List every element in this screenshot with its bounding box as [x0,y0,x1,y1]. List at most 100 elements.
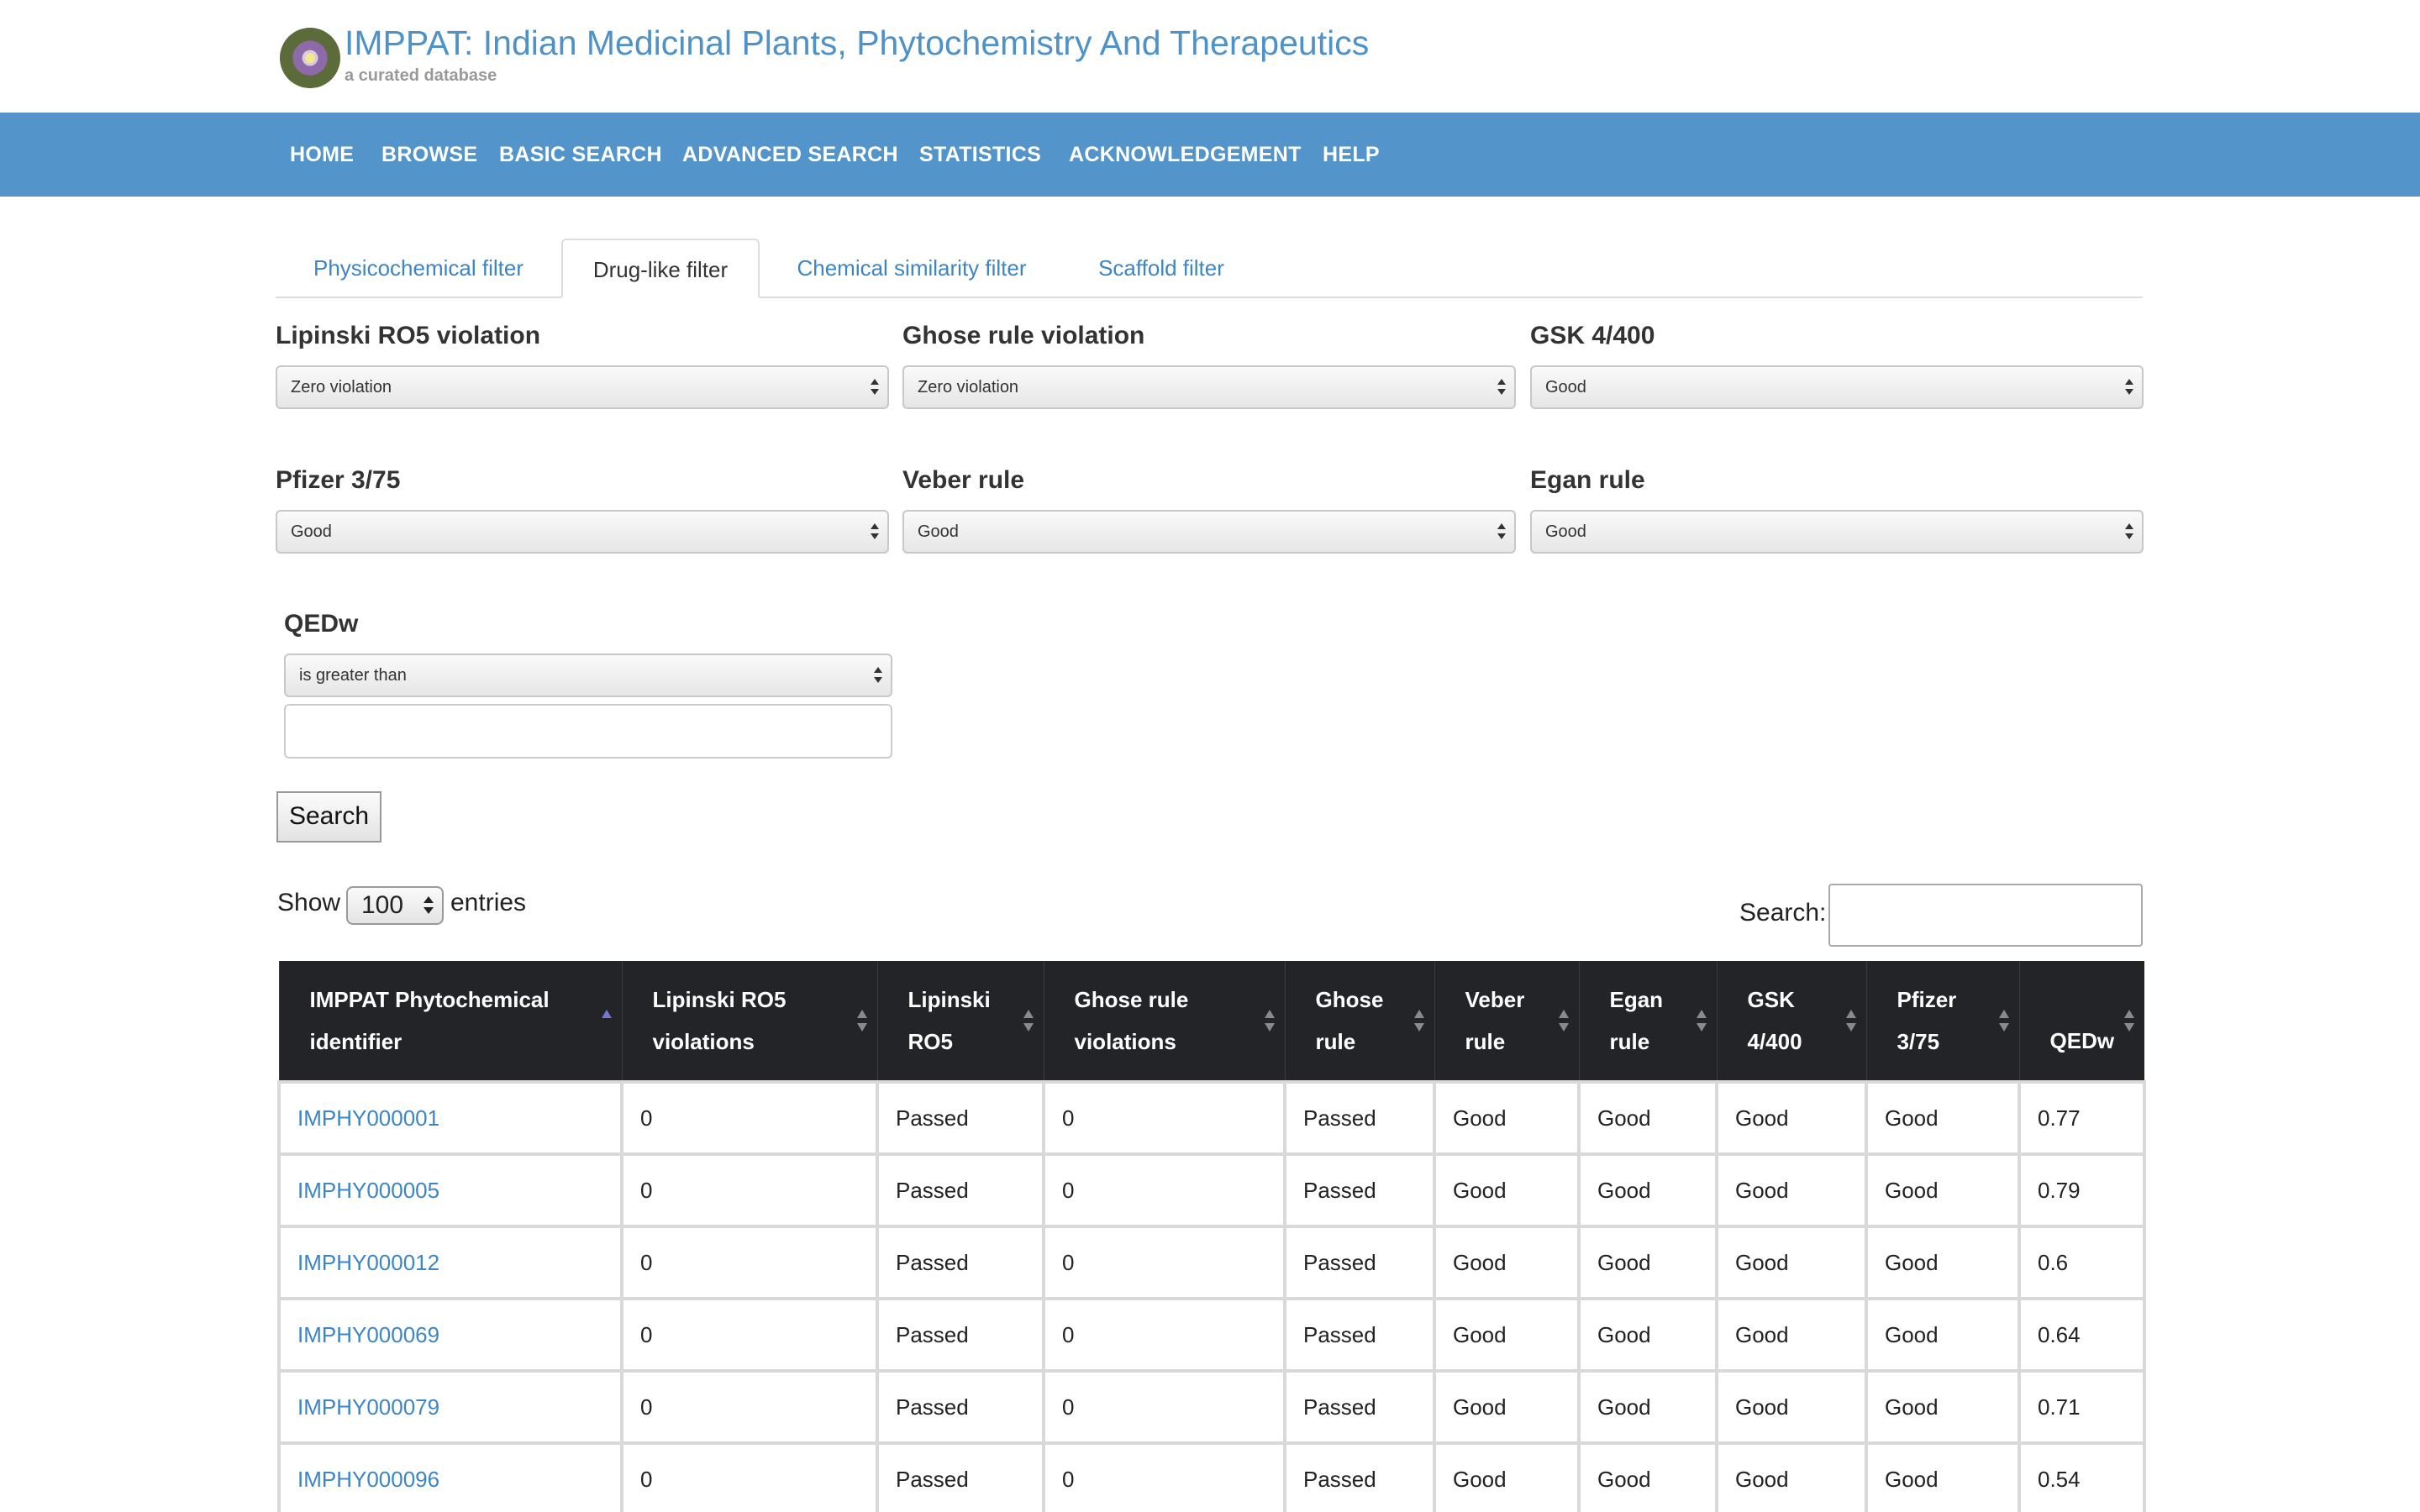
nav-help[interactable]: HELP [1323,143,1380,167]
cell-identifier: IMPHY000005 [277,1152,623,1228]
select-arrows-icon [871,522,879,542]
tab-physicochemical-filter[interactable]: Physicochemical filter [276,239,561,298]
table-search-input[interactable] [1828,884,2143,947]
sort-icon [1023,1010,1034,1033]
col-header-veber-rule[interactable]: Veber rule [1434,961,1579,1082]
qedw-operator-select[interactable]: is greater than [284,654,892,697]
cell-lipinski-ro5: Passed [876,1152,1045,1228]
cell-lipinski-violations: 0 [620,1441,879,1512]
col-header-label: Egan rule [1609,987,1664,1054]
site-title[interactable]: IMPPAT: Indian Medicinal Plants, Phytoch… [345,24,1369,63]
tab-chemical-similarity-filter[interactable]: Chemical similarity filter [768,239,1055,298]
col-header-lipinski-violations[interactable]: Lipinski RO5 violations [621,961,877,1082]
cell-pfizer: Good [1865,1080,2021,1156]
tab-scaffold-filter[interactable]: Scaffold filter [1060,239,1262,298]
lipinski-label: Lipinski RO5 violation [276,322,541,349]
nav-basic-search[interactable]: BASIC SEARCH [499,143,662,167]
cell-gsk: Good [1715,1369,1868,1445]
cell-ghose-violations: 0 [1042,1297,1286,1373]
lipinski-select-value: Zero violation [291,378,392,396]
cell-lipinski-violations: 0 [620,1369,879,1445]
sort-icon [1998,1010,2009,1033]
col-header-lipinski-ro5[interactable]: Lipinski RO5 [876,961,1044,1082]
col-header-label: Ghose rule [1315,987,1384,1054]
main-navbar: HOME BROWSE BASIC SEARCH ADVANCED SEARCH… [0,113,2420,197]
egan-select[interactable]: Good [1530,510,2144,554]
table-row: IMPHY000069 0 Passed 0 Passed Good Good Good Goo… [277,1297,2146,1373]
cell-lipinski-ro5: Passed [876,1080,1045,1156]
table-row: IMPHY000079 0 Passed 0 Passed Good Good Good Goo… [277,1369,2146,1445]
phytochemical-id-link[interactable]: IMPHY000096 [297,1467,439,1492]
cell-identifier: IMPHY000079 [277,1369,623,1445]
cell-pfizer: Good [1865,1441,2021,1512]
cell-egan-rule: Good [1577,1225,1718,1300]
pfizer-label: Pfizer 3/75 [276,466,401,494]
col-header-pfizer[interactable]: Pfizer 3/75 [1865,961,2019,1082]
nav-browse[interactable]: BROWSE [381,143,477,167]
col-header-qedw[interactable]: QEDw [2018,961,2144,1082]
cell-ghose-rule: Passed [1283,1369,1436,1445]
nav-advanced-search[interactable]: ADVANCED SEARCH [682,143,898,167]
qedw-value-input[interactable] [284,704,892,759]
col-header-egan-rule[interactable]: Egan rule [1578,961,1717,1082]
cell-ghose-violations: 0 [1042,1080,1286,1156]
phytochemical-id-link[interactable]: IMPHY000012 [297,1250,439,1275]
phytochemical-id-link[interactable]: IMPHY000001 [297,1105,439,1131]
gsk-label: GSK 4/400 [1530,322,1655,349]
show-label: Show [277,889,341,916]
nav-acknowledgement[interactable]: ACKNOWLEDGEMENT [1069,143,1302,167]
table-search-label: Search: [1739,899,1827,927]
cell-qedw: 0.77 [2018,1080,2146,1156]
cell-gsk: Good [1715,1225,1868,1300]
table-row: IMPHY000012 0 Passed 0 Passed Good Good Good Goo… [277,1225,2146,1300]
table-header-row: IMPPAT Phytochemical identifier Lipinski… [278,961,2144,1082]
nav-statistics[interactable]: STATISTICS [919,143,1041,167]
cell-gsk: Good [1715,1441,1868,1512]
phytochemical-id-link[interactable]: IMPHY000079 [297,1394,439,1420]
cell-qedw: 0.54 [2018,1441,2146,1512]
table-row: IMPHY000005 0 Passed 0 Passed Good Good Good Goo… [277,1152,2146,1228]
col-header-gsk[interactable]: GSK 4/400 [1716,961,1866,1082]
cell-identifier: IMPHY000096 [277,1441,623,1512]
col-header-label: Veber rule [1465,987,1525,1054]
col-header-label: QEDw [2049,1028,2115,1053]
page-length-select[interactable]: 100 [346,886,444,925]
entries-label: entries [450,889,527,916]
nav-home[interactable]: HOME [290,143,354,167]
cell-veber-rule: Good [1433,1080,1581,1156]
veber-select[interactable]: Good [902,510,1516,554]
search-button[interactable]: Search [276,791,381,843]
lipinski-select[interactable]: Zero violation [276,365,889,409]
pfizer-select[interactable]: Good [276,510,889,554]
col-header-ghose-rule[interactable]: Ghose rule [1284,961,1434,1082]
select-arrows-icon [1497,522,1506,542]
cell-ghose-violations: 0 [1042,1152,1286,1228]
cell-qedw: 0.6 [2018,1225,2146,1300]
sort-icon [1413,1010,1424,1033]
cell-ghose-rule: Passed [1283,1225,1436,1300]
ghose-select-value: Zero violation [918,378,1019,396]
ghose-select[interactable]: Zero violation [902,365,1516,409]
cell-identifier: IMPHY000069 [277,1297,623,1373]
gsk-select[interactable]: Good [1530,365,2144,409]
cell-veber-rule: Good [1433,1441,1581,1512]
sort-icon [1696,1010,1707,1033]
table-row: IMPHY000001 0 Passed 0 Passed Good Good Good Goo… [277,1080,2146,1156]
phytochemical-id-link[interactable]: IMPHY000069 [297,1322,439,1347]
sort-icon [2124,1010,2134,1033]
cell-qedw: 0.79 [2018,1152,2146,1228]
table-row: IMPHY000096 0 Passed 0 Passed Good Good Good Goo… [277,1441,2146,1512]
col-header-ghose-violations[interactable]: Ghose rule violations [1043,961,1285,1082]
phytochemical-id-link[interactable]: IMPHY000005 [297,1178,439,1203]
cell-ghose-rule: Passed [1283,1441,1436,1512]
cell-lipinski-violations: 0 [620,1225,879,1300]
results-table: IMPPAT Phytochemical identifier Lipinski… [277,961,2146,1512]
sort-icon [1264,1010,1275,1033]
col-header-identifier[interactable]: IMPPAT Phytochemical identifier [278,961,622,1082]
col-header-label: Pfizer 3/75 [1897,987,1957,1054]
cell-egan-rule: Good [1577,1369,1718,1445]
flower-logo-icon[interactable] [280,28,340,88]
tab-drug-like-filter[interactable]: Drug-like filter [561,239,760,298]
sort-ascending-icon [601,1010,612,1033]
ghose-label: Ghose rule violation [902,322,1145,349]
